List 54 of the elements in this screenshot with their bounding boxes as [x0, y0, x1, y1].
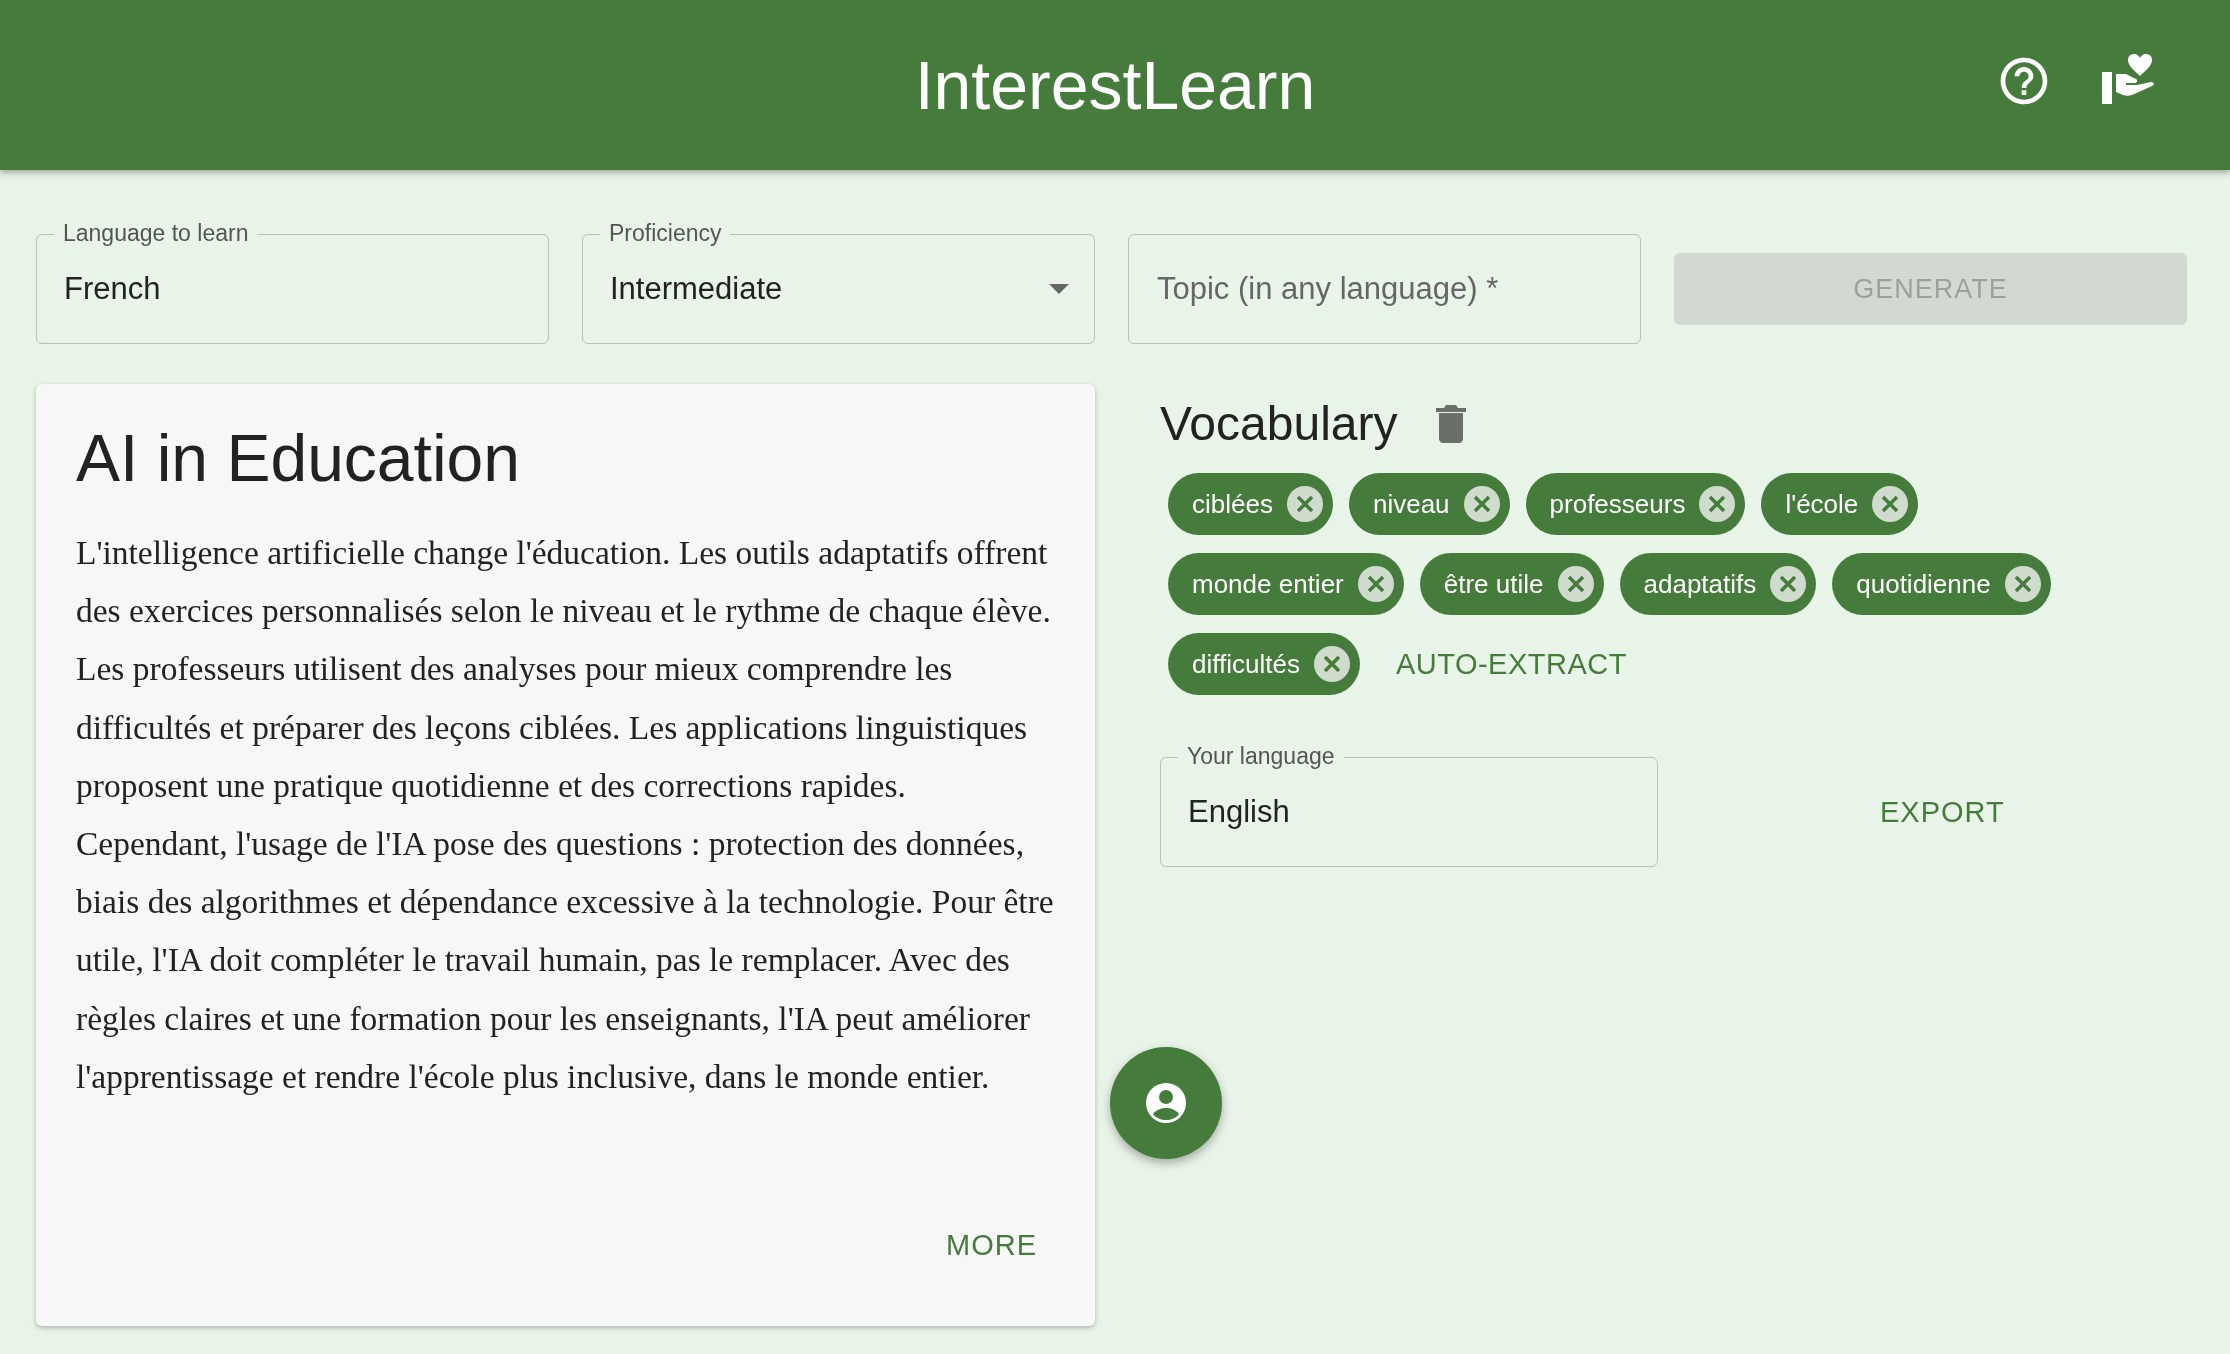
chip-label: niveau — [1372, 488, 1450, 520]
more-button[interactable]: MORE — [946, 1223, 1037, 1268]
close-icon — [1770, 566, 1807, 602]
remove-chip-button[interactable] — [1357, 566, 1394, 602]
remove-chip-button[interactable] — [1872, 486, 1909, 522]
word-chip[interactable]: l'école — [1761, 473, 1919, 535]
remove-chip-button[interactable] — [1463, 486, 1500, 522]
chip-label: professeurs — [1549, 488, 1686, 520]
remove-chip-button[interactable] — [1699, 486, 1736, 522]
word-chip[interactable]: quotidienne — [1832, 553, 2051, 615]
close-icon — [1557, 566, 1594, 602]
chip-label: monde entier — [1192, 568, 1344, 600]
chip-label: ciblées — [1192, 488, 1273, 520]
word-chip[interactable]: être utile — [1419, 553, 1604, 615]
close-icon — [1313, 646, 1350, 682]
topic-field[interactable]: Topic (in any language) * — [1128, 234, 1641, 344]
word-chip[interactable]: adaptatifs — [1619, 553, 1817, 615]
chip-label: difficultés — [1192, 648, 1300, 680]
close-icon — [1286, 486, 1323, 522]
field-value: Intermediate — [610, 271, 783, 307]
profile-button[interactable] — [1110, 1047, 1222, 1159]
app-title: InterestLearn — [914, 46, 1316, 124]
trash-icon[interactable] — [1435, 404, 1466, 443]
chip-label: adaptatifs — [1643, 568, 1757, 600]
field-value: French — [64, 271, 161, 307]
remove-chip-button[interactable] — [1313, 646, 1350, 682]
article-text: L'intelligence artificielle change l'éducation. Les outils adaptatifs offrent des exercices personnalisés selon le niveau et le rythme de chaque élève. Les professeurs utilisent des analyses pour mieux comprendre les difficultés et préparer des leçons ciblées. Les applications linguistiques proposent une pratique quotidienne et des corrections rapides. Cependant, l'usage de l'IA pose des questions : protection des données, biais des algorithmes et dépendance excessive à la technologie. Pour être utile, l'IA doit compléter le travail humain, pas le remplacer. Avec des règles claires et une formation pour les enseignants, l'IA peut améliorer l'apprentissage et rendre l'école plus inclusive, dans le monde entier. — [76, 533, 1055, 1097]
close-icon — [1357, 566, 1394, 602]
chip-label: l'école — [1785, 488, 1859, 520]
remove-chip-button[interactable] — [2004, 566, 2041, 602]
field-label: Your language — [1178, 743, 1344, 769]
remove-chip-button[interactable] — [1286, 486, 1323, 522]
close-icon — [1872, 486, 1909, 522]
field-value: English — [1188, 794, 1290, 830]
close-icon — [1699, 486, 1736, 522]
word-chip[interactable]: monde entier — [1168, 553, 1404, 615]
auto-extract-button[interactable]: AUTO-EXTRACT — [1375, 647, 1627, 681]
export-button[interactable]: EXPORT — [1880, 789, 2005, 835]
dropdown-caret-icon — [1049, 284, 1069, 294]
field-label: Language to learn — [54, 220, 258, 246]
account-icon — [1145, 1082, 1187, 1124]
word-chip[interactable]: professeurs — [1525, 473, 1746, 535]
remove-chip-button[interactable] — [1770, 566, 1807, 602]
chip-label: être utile — [1443, 568, 1544, 600]
word-chip[interactable]: niveau — [1348, 473, 1510, 535]
vocabulary-heading: Vocabulary — [1160, 396, 1398, 451]
close-icon — [1463, 486, 1500, 522]
article-title: AI in Education — [76, 420, 521, 496]
word-chip[interactable]: ciblées — [1168, 473, 1333, 535]
chip-label: quotidienne — [1856, 568, 1991, 600]
remove-chip-button[interactable] — [1557, 566, 1594, 602]
close-icon — [2004, 566, 2041, 602]
field-label: Proficiency — [600, 220, 731, 246]
word-chip[interactable]: difficultés — [1168, 633, 1360, 695]
